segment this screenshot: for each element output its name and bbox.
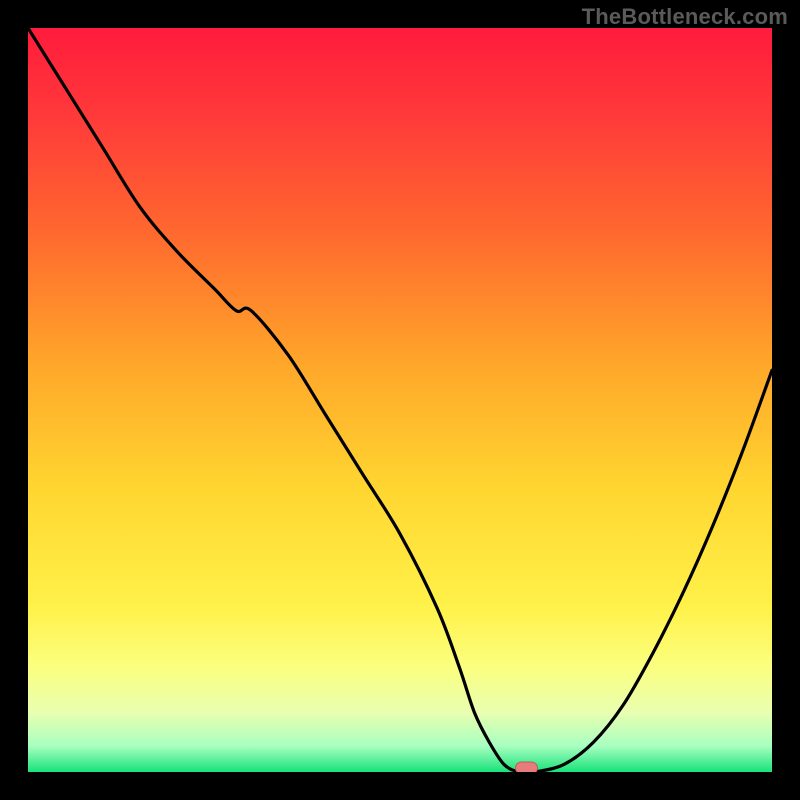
gradient-background	[28, 28, 772, 772]
plot-area	[28, 28, 772, 772]
plot-svg	[28, 28, 772, 772]
watermark-text: TheBottleneck.com	[582, 4, 788, 30]
optimum-marker	[516, 762, 538, 772]
chart-frame: TheBottleneck.com	[0, 0, 800, 800]
